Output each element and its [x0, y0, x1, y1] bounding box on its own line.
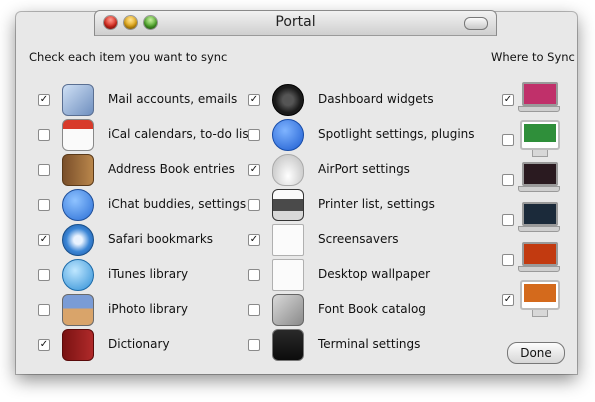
sync-checkbox[interactable]: ✓ — [38, 94, 50, 106]
sync-checkbox[interactable] — [248, 269, 260, 281]
left-item-6[interactable]: iPhoto library — [32, 294, 252, 326]
right-item-6[interactable]: Font Book catalog — [242, 294, 462, 326]
sync-checkbox[interactable] — [248, 129, 260, 141]
portal-window: Portal Check each item you want to sync … — [16, 10, 577, 374]
left-item-1[interactable]: iCal calendars, to-do list — [32, 119, 254, 151]
item-label: iTunes library — [108, 267, 189, 281]
destination-item-2[interactable] — [502, 160, 562, 194]
sync-panel: Check each item you want to sync Where t… — [16, 36, 577, 374]
screensaver-document-icon — [272, 224, 304, 256]
left-item-4[interactable]: ✓ Safari bookmarks — [32, 224, 252, 256]
dictionary-book-icon — [62, 329, 94, 361]
right-item-3[interactable]: Printer list, settings — [242, 189, 462, 221]
address-book-icon — [62, 154, 94, 186]
sync-checkbox[interactable] — [248, 304, 260, 316]
laptop-base — [518, 106, 560, 112]
sync-checkbox[interactable] — [38, 199, 50, 211]
sync-checkbox[interactable] — [38, 164, 50, 176]
safari-compass-icon — [62, 224, 94, 256]
item-label: Printer list, settings — [318, 197, 435, 211]
item-label: Dictionary — [108, 337, 170, 351]
destination-item-5[interactable]: ✓ — [502, 280, 562, 317]
imac-orange-icon — [520, 280, 560, 310]
destination-item-0[interactable]: ✓ — [502, 80, 562, 114]
spotlight-search-icon — [272, 119, 304, 151]
dashboard-gauge-icon — [272, 84, 304, 116]
laptop-base — [518, 266, 560, 272]
laptop-base — [518, 226, 560, 232]
destination-checkbox[interactable]: ✓ — [502, 294, 514, 306]
macbook-dark-icon — [522, 162, 558, 186]
destination-checkbox[interactable] — [502, 134, 514, 146]
toolbar-toggle-button[interactable] — [464, 17, 488, 30]
item-label: Terminal settings — [318, 337, 421, 351]
imac-green-icon — [520, 120, 560, 150]
right-item-4[interactable]: ✓ Screensavers — [242, 224, 462, 256]
item-label: Font Book catalog — [318, 302, 426, 316]
sync-checkbox[interactable] — [248, 339, 260, 351]
item-label: Desktop wallpaper — [318, 267, 431, 281]
macbook-red-icon — [522, 242, 558, 266]
item-label: Screensavers — [318, 232, 399, 246]
right-item-1[interactable]: Spotlight settings, plugins — [242, 119, 475, 151]
ical-calendar-icon — [62, 119, 94, 151]
imac-stand — [532, 310, 548, 317]
sync-checkbox[interactable]: ✓ — [248, 94, 260, 106]
sync-checkbox[interactable]: ✓ — [248, 234, 260, 246]
destination-item-3[interactable] — [502, 200, 562, 234]
macbook-black-icon — [522, 202, 558, 226]
printer-icon — [272, 189, 304, 221]
font-book-icon — [272, 294, 304, 326]
sync-checkbox[interactable]: ✓ — [248, 164, 260, 176]
imac-stand — [532, 150, 548, 157]
left-item-3[interactable]: iChat buddies, settings — [32, 189, 252, 221]
item-label: iChat buddies, settings — [108, 197, 247, 211]
window-title: Portal — [275, 14, 316, 30]
iphoto-camera-icon — [62, 294, 94, 326]
wallpaper-document-icon — [272, 259, 304, 291]
sync-checkbox[interactable]: ✓ — [38, 234, 50, 246]
where-to-sync-heading: Where to Sync — [491, 50, 575, 64]
destination-checkbox[interactable]: ✓ — [502, 94, 514, 106]
sync-checkbox[interactable] — [38, 269, 50, 281]
destination-checkbox[interactable] — [502, 214, 514, 226]
item-label: AirPort settings — [318, 162, 410, 176]
terminal-icon — [272, 329, 304, 361]
destination-item-4[interactable] — [502, 240, 562, 274]
left-item-5[interactable]: iTunes library — [32, 259, 252, 291]
left-item-0[interactable]: ✓ Mail accounts, emails — [32, 84, 252, 116]
item-label: Safari bookmarks — [108, 232, 214, 246]
macbook-pink-icon — [522, 82, 558, 106]
title-bar[interactable]: Portal — [94, 10, 497, 36]
left-item-7[interactable]: ✓ Dictionary — [32, 329, 252, 361]
sync-checkbox[interactable] — [38, 129, 50, 141]
sync-items-heading: Check each item you want to sync — [29, 50, 228, 64]
right-item-7[interactable]: Terminal settings — [242, 329, 462, 361]
destination-checkbox[interactable] — [502, 174, 514, 186]
item-label: iCal calendars, to-do list — [108, 127, 254, 141]
laptop-base — [518, 186, 560, 192]
item-label: Dashboard widgets — [318, 92, 434, 106]
destination-item-1[interactable] — [502, 120, 562, 157]
ichat-bubble-icon — [62, 189, 94, 221]
right-item-2[interactable]: ✓ AirPort settings — [242, 154, 462, 186]
sync-checkbox[interactable]: ✓ — [38, 339, 50, 351]
sync-checkbox[interactable] — [248, 199, 260, 211]
right-item-5[interactable]: Desktop wallpaper — [242, 259, 462, 291]
item-label: Mail accounts, emails — [108, 92, 238, 106]
item-label: Address Book entries — [108, 162, 235, 176]
item-label: iPhoto library — [108, 302, 188, 316]
item-label: Spotlight settings, plugins — [318, 127, 475, 141]
destination-checkbox[interactable] — [502, 254, 514, 266]
right-item-0[interactable]: ✓ Dashboard widgets — [242, 84, 462, 116]
airport-base-icon — [272, 154, 304, 186]
done-button[interactable]: Done — [507, 342, 565, 364]
mail-stamp-icon — [62, 84, 94, 116]
left-item-2[interactable]: Address Book entries — [32, 154, 252, 186]
sync-checkbox[interactable] — [38, 304, 50, 316]
itunes-music-icon — [62, 259, 94, 291]
